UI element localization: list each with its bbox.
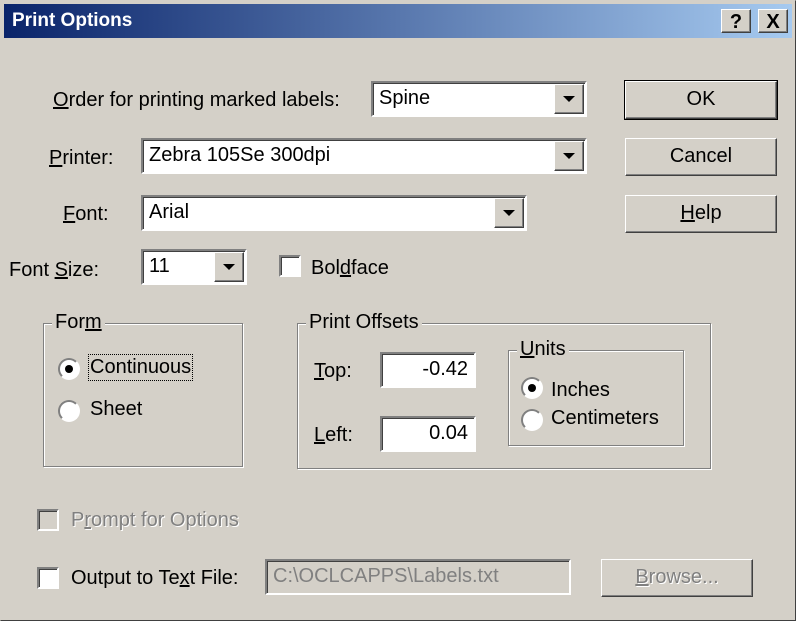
form-group: Form Continuous Sheet — [43, 311, 243, 467]
inches-label: Inches — [551, 379, 610, 401]
print-offsets-title: Print Offsets — [306, 311, 422, 334]
centimeters-radio[interactable] — [521, 409, 543, 431]
continuous-radio[interactable] — [58, 358, 80, 380]
output-text-label: Output to Text File: — [71, 567, 239, 589]
prompt-options-label: Prompt for Options — [71, 509, 239, 531]
top-offset-label: Top: — [314, 360, 352, 382]
boldface-label: Boldface — [311, 257, 389, 279]
font-size-value: 11 — [149, 255, 170, 277]
left-offset-label: Left: — [314, 424, 353, 446]
font-label: Font: — [63, 203, 109, 225]
boldface-checkbox[interactable] — [279, 255, 301, 277]
close-icon[interactable]: X — [758, 9, 788, 33]
chevron-down-icon[interactable] — [554, 141, 584, 171]
cancel-button[interactable]: Cancel — [625, 138, 777, 176]
form-group-title: Form — [52, 311, 105, 334]
sheet-label: Sheet — [90, 398, 143, 420]
dialog-title: Print Options — [12, 10, 133, 31]
font-size-label: Font Size: — [9, 259, 100, 281]
help-icon[interactable]: ? — [721, 9, 751, 33]
output-path-input[interactable]: C:\OCLCAPPS\Labels.txt — [265, 559, 571, 595]
print-options-dialog: Print Options ? X Order for printing mar… — [0, 0, 796, 621]
chevron-down-icon[interactable] — [214, 252, 244, 282]
top-offset-input[interactable]: -0.42 — [380, 352, 476, 388]
units-group: Units Inches Centimeters — [508, 338, 684, 446]
prompt-options-checkbox[interactable] — [37, 509, 59, 531]
font-size-select[interactable]: 11 — [141, 249, 247, 285]
order-value: Spine — [379, 87, 431, 109]
title-bar[interactable]: Print Options ? X — [4, 4, 792, 38]
ok-button[interactable]: OK — [624, 80, 778, 120]
printer-value: Zebra 105Se 300dpi — [149, 144, 331, 166]
units-group-title: Units — [517, 338, 569, 361]
output-text-checkbox[interactable] — [37, 567, 59, 589]
order-select[interactable]: Spine — [371, 81, 587, 117]
font-select[interactable]: Arial — [141, 195, 527, 231]
continuous-label: Continuous — [87, 354, 194, 381]
centimeters-label: Centimeters — [551, 407, 659, 429]
sheet-radio[interactable] — [58, 400, 80, 422]
font-value: Arial — [149, 201, 190, 223]
print-offsets-group: Print Offsets Top: -0.42 Left: 0.04 Unit… — [297, 311, 711, 469]
help-button[interactable]: Help — [625, 195, 777, 233]
browse-button[interactable]: Browse... — [601, 559, 753, 597]
printer-label: Printer: — [49, 147, 114, 169]
chevron-down-icon[interactable] — [494, 198, 524, 228]
inches-radio[interactable] — [521, 377, 543, 399]
left-offset-input[interactable]: 0.04 — [380, 416, 476, 452]
chevron-down-icon[interactable] — [554, 84, 584, 114]
order-label: Order for printing marked labels: — [53, 89, 340, 111]
printer-select[interactable]: Zebra 105Se 300dpi — [141, 138, 587, 174]
